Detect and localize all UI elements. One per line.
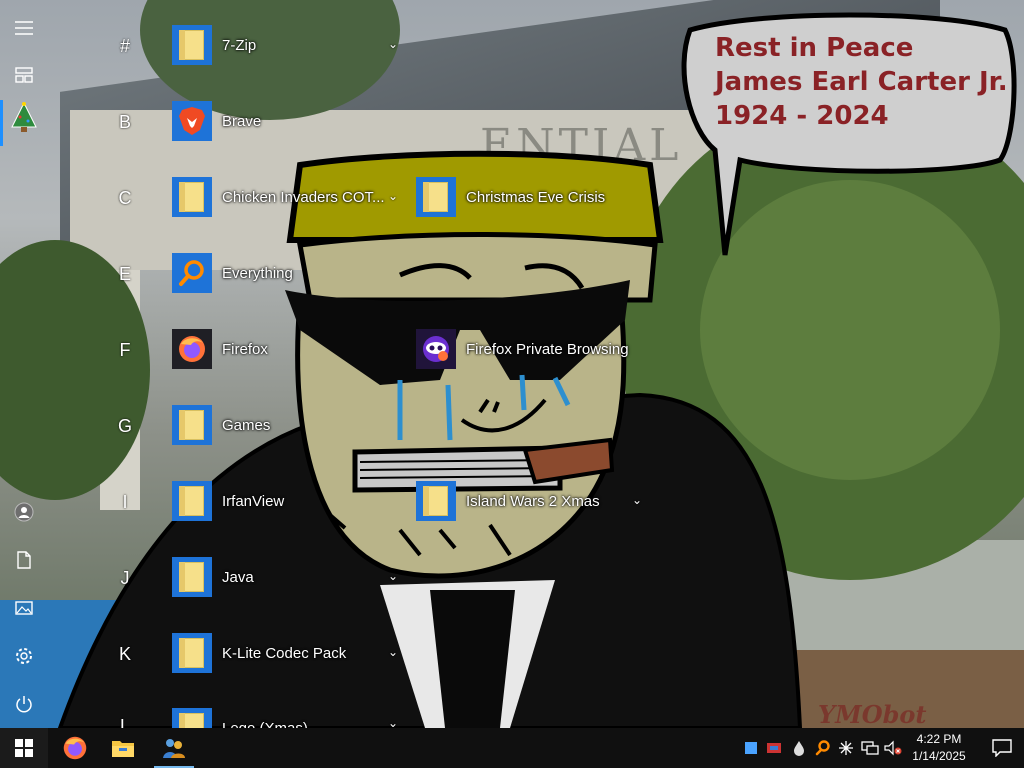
chevron-down-icon[interactable]: ⌄ — [388, 189, 398, 203]
start-menu-app-list: # B C E F G I J K L 7-Zip ⌄ Brave Chicke… — [100, 0, 700, 736]
app-games[interactable]: Games — [172, 405, 270, 445]
folder-icon — [172, 177, 212, 217]
app-label: Firefox — [222, 340, 268, 358]
settings-gear-icon[interactable] — [0, 634, 48, 678]
app-label: K-Lite Codec Pack — [222, 644, 347, 662]
app-label: 7-Zip — [222, 36, 257, 54]
christmas-tree-icon[interactable] — [0, 95, 48, 139]
user-avatar-icon[interactable] — [0, 490, 48, 534]
app-lego-xmas[interactable]: Lego (Xmas) — [172, 708, 308, 728]
windows-start-icon[interactable] — [0, 728, 48, 768]
droplet-icon[interactable] — [790, 738, 808, 758]
app-firefox-private[interactable]: Firefox Private Browsing — [416, 329, 629, 369]
search-magnifier-icon — [172, 253, 212, 293]
pictures-icon[interactable] — [0, 586, 48, 630]
group-letter-i[interactable]: I — [100, 492, 150, 513]
folder-icon — [172, 481, 212, 521]
app-label: IrfanView — [222, 492, 285, 510]
network-icon[interactable] — [861, 738, 879, 758]
tiles-icon[interactable] — [0, 53, 48, 97]
app-k-lite[interactable]: K-Lite Codec Pack — [172, 633, 346, 673]
folder-icon — [172, 557, 212, 597]
app-label: Lego (Xmas) — [222, 720, 308, 728]
chevron-down-icon[interactable]: ⌄ — [632, 493, 642, 507]
group-letter-f[interactable]: F — [100, 340, 150, 361]
app-everything[interactable]: Everything — [172, 253, 293, 293]
group-letter-j[interactable]: J — [100, 568, 150, 589]
app-irfanview[interactable]: IrfanView — [172, 481, 284, 521]
bubble-line-3: 1924 - 2024 — [715, 101, 889, 131]
everything-search-icon[interactable] — [814, 738, 832, 758]
app-brave[interactable]: Brave — [172, 101, 261, 141]
taskbar-clock[interactable]: 4:22 PM 1/14/2025 — [904, 731, 974, 765]
app-firefox[interactable]: Firefox — [172, 329, 268, 369]
hamburger-icon[interactable] — [0, 6, 48, 50]
folder-icon — [172, 708, 212, 728]
file-explorer-icon[interactable] — [99, 728, 147, 768]
documents-icon[interactable] — [0, 538, 48, 582]
app-label: Island Wars 2 Xmas — [466, 492, 600, 510]
app-label: Christmas Eve Crisis — [466, 188, 606, 206]
app-christmas-eve-crisis[interactable]: Christmas Eve Crisis — [416, 177, 605, 217]
sparkle-icon[interactable] — [837, 738, 855, 758]
chevron-down-icon[interactable]: ⌄ — [388, 569, 398, 583]
firefox-icon[interactable] — [51, 728, 99, 768]
bubble-line-2: James Earl Carter Jr. — [713, 67, 1008, 97]
folder-icon — [172, 25, 212, 65]
taskbar: 4:22 PM 1/14/2025 — [0, 728, 1024, 768]
app-label: Java — [222, 568, 254, 586]
app-label: Chicken Invaders COT... — [222, 188, 385, 206]
group-letter-hash[interactable]: # — [100, 36, 150, 57]
group-letter-b[interactable]: B — [100, 112, 150, 133]
group-letter-g[interactable]: G — [100, 416, 150, 437]
brave-icon — [172, 101, 212, 141]
chevron-down-icon[interactable]: ⌄ — [388, 37, 398, 51]
chevron-down-icon[interactable]: ⌄ — [388, 645, 398, 659]
tray-app-icon[interactable] — [765, 738, 783, 758]
firefox-icon — [172, 329, 212, 369]
app-label: Everything — [222, 264, 293, 282]
start-menu-rail — [0, 0, 48, 728]
bubble-line-1: Rest in Peace — [715, 33, 913, 63]
app-7zip[interactable]: 7-Zip — [172, 25, 256, 65]
people-app-icon[interactable] — [150, 728, 198, 768]
firefox-private-icon — [416, 329, 456, 369]
folder-icon — [172, 633, 212, 673]
folder-icon — [416, 481, 456, 521]
group-letter-e[interactable]: E — [100, 264, 150, 285]
folder-icon — [416, 177, 456, 217]
app-island-wars[interactable]: Island Wars 2 Xmas — [416, 481, 600, 521]
app-label: Brave — [222, 112, 262, 130]
app-label: Firefox Private Browsing — [466, 340, 629, 358]
folder-icon — [172, 405, 212, 445]
group-letter-k[interactable]: K — [100, 644, 150, 665]
app-label: Games — [222, 416, 271, 434]
clock-time: 4:22 PM — [916, 732, 962, 746]
power-icon[interactable] — [0, 682, 48, 726]
notification-center-icon[interactable] — [980, 728, 1024, 768]
volume-muted-icon[interactable] — [884, 738, 902, 758]
clock-date: 1/14/2025 — [912, 749, 966, 763]
artist-watermark: YMObot — [818, 700, 927, 729]
blue-square-icon[interactable] — [742, 738, 760, 758]
app-java[interactable]: Java — [172, 557, 254, 597]
app-chicken-invaders[interactable]: Chicken Invaders COT... — [172, 177, 385, 217]
group-letter-c[interactable]: C — [100, 188, 150, 209]
